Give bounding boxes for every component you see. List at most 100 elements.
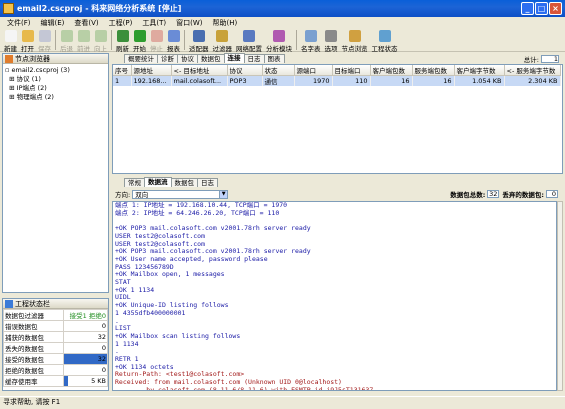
- connection-table[interactable]: 序号 源地址 <- 目标地址 协议 状态 源端口 目标端口 客户端包数 服务端包数 客户端字节数 <…: [112, 64, 563, 174]
- toolbar-icon: [325, 30, 337, 42]
- column-header[interactable]: 源端口: [294, 65, 333, 76]
- toolbar-button-13[interactable]: 分析模块: [266, 29, 292, 53]
- toolbar-button-10[interactable]: 适配器: [189, 29, 209, 53]
- stream-line: +OK Mailbox open, 1 messages: [115, 270, 225, 279]
- table-row[interactable]: 1 192.168... mail.colasoft... POP3 通信 1970 110…: [113, 75, 561, 86]
- column-header[interactable]: 服务端包数: [412, 65, 455, 76]
- toolbar-separator: [296, 30, 297, 50]
- column-header[interactable]: 状态: [262, 65, 295, 76]
- tree-item-protocol[interactable]: ⊞ 协议 (1): [5, 75, 106, 84]
- minimize-button[interactable]: _: [521, 2, 534, 15]
- toolbar-label: 刷新: [116, 45, 129, 53]
- toolbar-button-1[interactable]: 打开: [21, 29, 34, 53]
- tree-item-physical[interactable]: ⊞ 物理端点 (2): [5, 93, 106, 102]
- status-row: 缓存使用率 5 KB: [3, 375, 108, 387]
- stream-line: +OK User name accepted, password please: [115, 254, 268, 263]
- toolbar-icon: [77, 30, 90, 42]
- maximize-button[interactable]: □: [535, 2, 548, 15]
- stream-line: STAT: [115, 278, 131, 287]
- status-value: 32: [63, 353, 108, 365]
- window-title: email2.cscproj - 科来网络分析系统 [停止]: [17, 4, 182, 13]
- toolbar-label: 新建: [4, 45, 17, 53]
- tab-top-6[interactable]: 图表: [263, 54, 285, 63]
- toolbar-label: 前进: [77, 45, 90, 53]
- app-icon: [3, 3, 14, 14]
- toolbar-icon: [273, 30, 285, 42]
- toolbar-button-7[interactable]: 开始: [133, 29, 146, 53]
- app-window: email2.cscproj - 科来网络分析系统 [停止] _ □ × 文件(…: [0, 0, 565, 409]
- close-button[interactable]: ×: [549, 2, 562, 15]
- tree-item-ip[interactable]: ⊞ IP端点 (2): [5, 84, 106, 93]
- column-header[interactable]: 客户端包数: [370, 65, 413, 76]
- toolbar-label: 分析模块: [266, 45, 292, 53]
- data-stream-view[interactable]: 端点 1: IP地址 = 192.168.10.44, TCP端口 = 1970…: [112, 201, 557, 391]
- column-header[interactable]: <- 服务端字节数: [504, 65, 561, 76]
- tab-top-2[interactable]: 协议: [177, 54, 198, 63]
- tab-bottom-3[interactable]: 日志: [197, 178, 218, 187]
- toolbar-icon: [60, 30, 73, 42]
- tab-top-3[interactable]: 数据包: [197, 54, 225, 63]
- column-header[interactable]: 协议: [227, 65, 263, 76]
- table-cell: 2.304 KB: [504, 75, 561, 86]
- menu-project[interactable]: 工程(P): [104, 18, 138, 28]
- status-row: 接受的数据包 32: [3, 353, 108, 365]
- status-label: 数据包过滤器: [3, 309, 64, 321]
- column-header[interactable]: <- 目标地址: [171, 65, 228, 76]
- table-cell: 110: [332, 75, 371, 86]
- tab-top-4[interactable]: 连接: [223, 53, 245, 63]
- toolbar-icon: [116, 30, 129, 42]
- tab-top-1[interactable]: 诊断: [157, 54, 178, 63]
- table-cell: POP3: [227, 75, 263, 86]
- toolbar-button-8[interactable]: 停止: [150, 29, 163, 53]
- project-status-table: 数据包过滤器 接受1 拒绝0 错误数据包 0 捕获的数据包 32 丢失的数据包 0 接受的数据包…: [3, 309, 108, 387]
- toolbar-button-9[interactable]: 报表: [167, 29, 180, 53]
- toolbar-button-11[interactable]: 过滤器: [213, 29, 232, 53]
- stream-line: .: [115, 347, 119, 356]
- column-header[interactable]: 客户端字节数: [454, 65, 505, 76]
- tab-top-0[interactable]: 概要统计: [124, 54, 158, 63]
- direction-select[interactable]: 双向 ▼: [132, 189, 229, 199]
- tab-bottom-0[interactable]: 常规: [124, 178, 145, 187]
- toolbar-button-17[interactable]: 工程状态: [372, 29, 398, 53]
- status-value: 接受1 拒绝0: [63, 309, 108, 321]
- toolbar-button-14[interactable]: 名字表: [301, 29, 321, 53]
- toolbar-icon: [38, 30, 51, 42]
- node-browser-panel: 节点浏览器 ▫ email2.cscproj (3) ⊞ 协议 (1) ⊞ IP…: [2, 53, 109, 293]
- toolbar-button-4[interactable]: 前进: [77, 29, 90, 53]
- menu-help[interactable]: 帮助(H): [207, 18, 242, 28]
- menu-view[interactable]: 查看(V): [69, 18, 103, 28]
- toolbar-button-5[interactable]: 向上: [94, 29, 107, 53]
- stream-line: 1 4355dfb400000001: [115, 308, 186, 317]
- direction-label: 方向:: [115, 191, 131, 199]
- toolbar-button-2[interactable]: 保存: [38, 29, 51, 53]
- column-header[interactable]: 目标端口: [332, 65, 371, 76]
- tab-top-5[interactable]: 日志: [243, 54, 265, 63]
- toolbar-button-15[interactable]: 选项: [325, 29, 338, 53]
- status-value: 5 KB: [63, 375, 108, 387]
- toolbar-label: 适配器: [189, 45, 209, 53]
- toolbar-icon: [94, 30, 107, 42]
- stream-line: +OK Mailbox scan listing follows: [115, 331, 241, 340]
- toolbar-button-16[interactable]: 节点浏览: [342, 29, 368, 53]
- menu-file[interactable]: 文件(F): [2, 18, 36, 28]
- toolbar-button-12[interactable]: 网络配置: [236, 29, 262, 53]
- tab-bottom-1[interactable]: 数据流: [144, 177, 172, 187]
- menu-tools[interactable]: 工具(T): [137, 18, 171, 28]
- toolbar-label: 节点浏览: [341, 45, 368, 53]
- menu-window[interactable]: 窗口(W): [171, 18, 207, 28]
- tree-root[interactable]: ▫ email2.cscproj (3): [5, 66, 106, 75]
- table-cell: 16: [412, 75, 455, 86]
- project-status-panel: 工程状态栏 数据包过滤器 接受1 拒绝0 错误数据包 0 捕获的数据包 32 丢失的数据包 0…: [2, 298, 109, 391]
- toolbar-button-3[interactable]: 后退: [60, 29, 73, 53]
- table-cell: 1970: [294, 75, 333, 86]
- toolbar-separator: [111, 30, 112, 50]
- toolbar-button-6[interactable]: 刷新: [116, 29, 129, 53]
- title-bar[interactable]: email2.cscproj - 科来网络分析系统 [停止] _ □ ×: [0, 0, 565, 17]
- toolbar-button-0[interactable]: 新建: [4, 29, 17, 53]
- tab-bottom-2[interactable]: 数据包: [170, 178, 198, 187]
- stream-scrollbar[interactable]: [557, 201, 563, 391]
- column-header[interactable]: 序号: [113, 65, 132, 76]
- column-header[interactable]: 源地址: [131, 65, 172, 76]
- status-row: 数据包过滤器 接受1 拒绝0: [3, 309, 108, 321]
- menu-edit[interactable]: 编辑(E): [36, 18, 70, 28]
